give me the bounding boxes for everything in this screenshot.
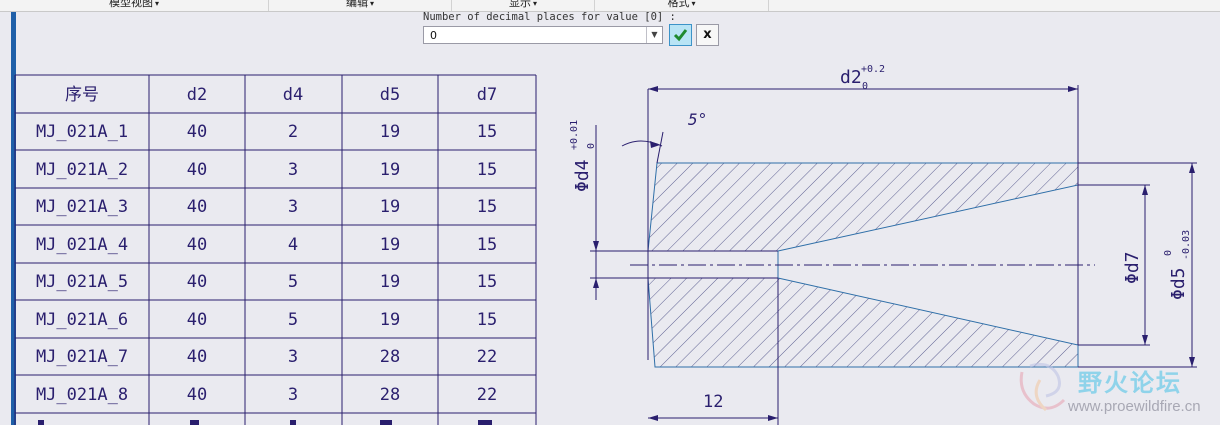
table-cell: 22 <box>477 347 497 367</box>
table-cell: 28 <box>380 347 400 367</box>
table-cell: 3 <box>288 197 298 217</box>
table-cell: MJ_021A_4 <box>36 235 128 255</box>
table-header-cell: 序号 <box>65 85 99 105</box>
table-cell: 3 <box>288 160 298 180</box>
dim-d5-text[interactable]: Φd5 <box>1168 267 1189 300</box>
table-cell: 19 <box>380 272 400 292</box>
part-section <box>590 162 1095 368</box>
table-cell: 19 <box>380 160 400 180</box>
dim-d5-upper-tol[interactable]: 0 <box>1163 250 1174 256</box>
table-cell: 40 <box>187 160 207 180</box>
dim-d5-lower-tol[interactable]: -0.03 <box>1181 230 1192 260</box>
table-cell: 40 <box>187 235 207 255</box>
table-cell: 15 <box>477 122 497 142</box>
dim-length-text[interactable]: 12 <box>703 392 723 412</box>
decimal-places-value[interactable]: 0 <box>430 29 437 42</box>
watermark: 野火论坛 www.proewildfire.cn <box>1010 360 1220 425</box>
dim-angle-text[interactable]: 5° <box>688 110 707 129</box>
table-header-cell: d4 <box>283 85 303 105</box>
table-cell: 3 <box>288 347 298 367</box>
section-lower-hatch <box>647 277 1079 368</box>
dim-d4-upper-tol[interactable]: +0.01 <box>569 120 580 150</box>
table-cell: 19 <box>380 197 400 217</box>
table-cell: MJ_021A_1 <box>36 122 128 142</box>
dim-d4-lower-tol[interactable]: 0 <box>586 143 597 149</box>
table-cell: 15 <box>477 197 497 217</box>
table-cell: 40 <box>187 272 207 292</box>
table-header-cell: d5 <box>380 85 400 105</box>
table-cell: 4 <box>288 235 298 255</box>
table-cell: 19 <box>380 310 400 330</box>
table-cell: 22 <box>477 385 497 405</box>
table-cell: MJ_021A_2 <box>36 160 128 180</box>
table-cell: 40 <box>187 347 207 367</box>
table-cell: 5 <box>288 272 298 292</box>
table-cell: 19 <box>380 235 400 255</box>
table-cell: 15 <box>477 272 497 292</box>
watermark-title: 野火论坛 <box>1078 369 1182 397</box>
accept-button[interactable] <box>669 24 692 46</box>
table-cell: 2 <box>288 122 298 142</box>
table-cell: 5 <box>288 310 298 330</box>
table-cell: MJ_021A_6 <box>36 310 128 330</box>
chevron-down-icon[interactable]: ▼ <box>646 27 662 43</box>
table-row-partial <box>38 420 492 425</box>
close-icon: x <box>703 27 712 42</box>
dim-d2-upper-tol[interactable]: +0.2 <box>861 64 885 75</box>
table-cell: 40 <box>187 122 207 142</box>
section-upper-hatch <box>647 162 1079 252</box>
table-cell: 40 <box>187 310 207 330</box>
table-cell: 40 <box>187 385 207 405</box>
table-header-cell: d2 <box>187 85 207 105</box>
table-cell: MJ_021A_3 <box>36 197 128 217</box>
dim-d2-text[interactable]: d2 <box>840 67 862 88</box>
dim-d2-lower-tol[interactable]: 0 <box>862 81 868 92</box>
check-icon <box>673 29 688 42</box>
table-cell: MJ_021A_7 <box>36 347 128 367</box>
watermark-url: www.proewildfire.cn <box>1068 398 1201 415</box>
decimal-places-input[interactable]: 0 ▼ <box>423 26 663 44</box>
table-cell: MJ_021A_8 <box>36 385 128 405</box>
table-cell: 15 <box>477 235 497 255</box>
table-cell: 40 <box>187 197 207 217</box>
table-cell: 28 <box>380 385 400 405</box>
table-cell: 3 <box>288 385 298 405</box>
table-header-cell: d7 <box>477 85 497 105</box>
table-cell: 19 <box>380 122 400 142</box>
dim-d7-text[interactable]: Φd7 <box>1122 251 1143 284</box>
prompt-label: Number of decimal places for value [0] : <box>423 11 676 23</box>
table-cell: 15 <box>477 310 497 330</box>
cancel-button[interactable]: x <box>696 24 719 46</box>
table-cell: MJ_021A_5 <box>36 272 128 292</box>
table-cell: 15 <box>477 160 497 180</box>
dim-d4-text[interactable]: Φd4 <box>572 159 593 192</box>
